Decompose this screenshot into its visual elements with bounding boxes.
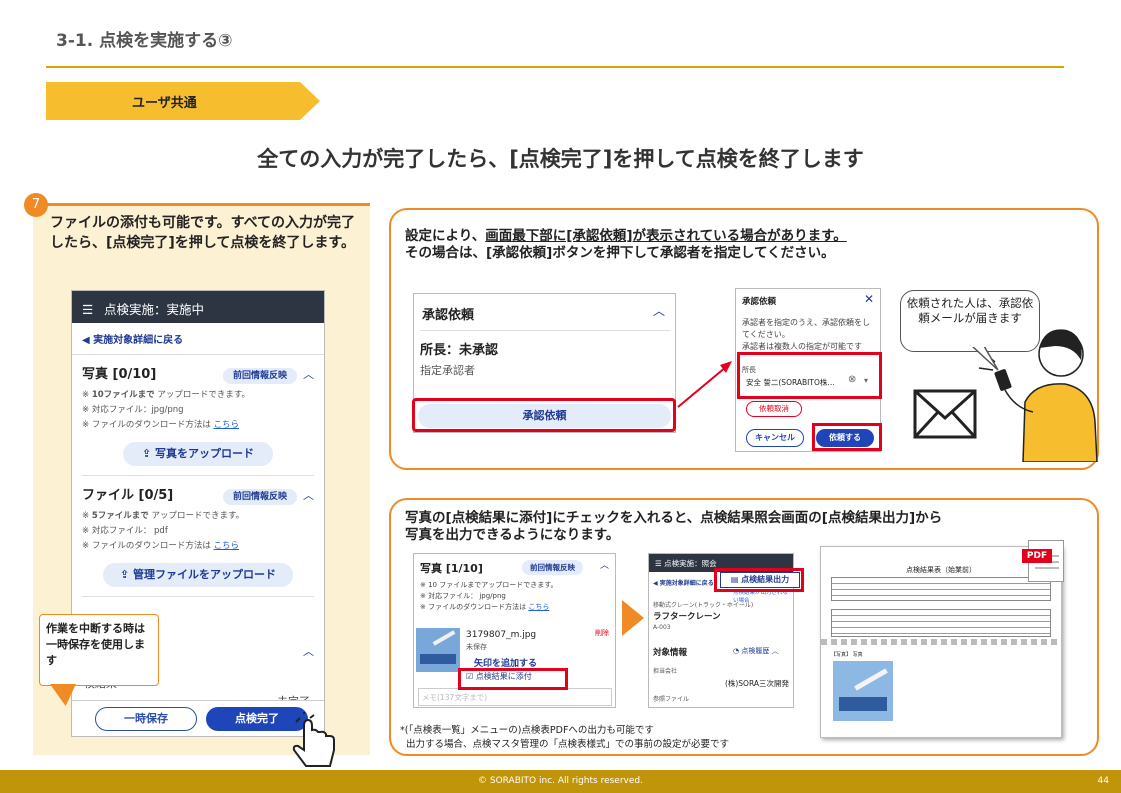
highlight-box <box>812 423 882 451</box>
photo-card-reflect-button[interactable]: 前回情報反映 <box>522 560 583 575</box>
chevron-up-icon[interactable]: ︿ <box>303 368 314 381</box>
pdf-crane-photo <box>833 661 893 721</box>
highlight-box <box>714 568 804 592</box>
photo-delete-link[interactable]: 削除 <box>595 628 609 638</box>
result-view-back[interactable]: ◀ 実施対象詳細に戻る <box>653 578 714 587</box>
photo-card-notes: ※ 10 ファイルまでアップロードできます。 ※ 対応ファイル： jpg/png ※… <box>420 581 558 611</box>
pdf-info-table <box>831 577 1051 601</box>
next-arrow <box>622 600 644 636</box>
machine-category: 移動式クレーン(トラック・ホイール) <box>653 602 754 609</box>
audience-tag-label: ユーザ共通 <box>132 96 197 111</box>
pdf-result-table <box>831 609 1051 637</box>
machine-code: A-003 <box>653 624 671 631</box>
file-reflect-button[interactable]: 前回情報反映 <box>222 489 297 505</box>
menu-icon[interactable]: ☰ <box>82 302 96 317</box>
photo-download-link[interactable]: こちら <box>214 420 240 430</box>
file-download-link[interactable]: こちら <box>214 541 240 551</box>
cloud-upload-icon: ⇪ <box>119 568 134 581</box>
pdf-preview: 点検結果表（始業前） 【写真】 写真 <box>820 546 1062 738</box>
copyright: © SORABITO inc. All rights reserved. <box>478 776 643 786</box>
photo-upload-button[interactable]: ⇪ 写真をアップロード <box>123 442 273 466</box>
highlight-box <box>412 398 676 432</box>
headline: 全ての入力が完了したら、[点検完了]を押して点検を終了します <box>257 147 864 171</box>
photo-reflect-button[interactable]: 前回情報反映 <box>222 368 297 384</box>
target-info-label: 対象情報 <box>653 648 688 658</box>
title-rule <box>46 66 1064 68</box>
photo-filename: 3179807_m.jpg <box>466 630 537 640</box>
footnote-1: *(「点検表一覧」メニューの)点検表PDFへの出力も可能です <box>400 725 654 736</box>
chevron-up-icon[interactable]: ︿ <box>653 302 665 319</box>
photo-section-title: 写真 [0/10] <box>82 367 157 382</box>
photo-output-text: 写真の[点検結果に添付]にチェックを入れると、点検結果照会画面の[点検結果出力]… <box>405 510 943 543</box>
cancel-request-button[interactable]: 依頼取消 <box>746 401 802 417</box>
pdf-photo-label: 【写真】 写真 <box>831 652 863 658</box>
file-section-title: ファイル [0/5] <box>82 488 174 503</box>
owner-value: (株)SORA三次開発 <box>724 679 789 688</box>
close-icon[interactable]: ✕ <box>864 292 874 306</box>
envelope-icon <box>913 389 977 439</box>
machine-name: ラフタークレーン <box>653 612 721 622</box>
photo-notes: ※ 10ファイルまで アップロードできます。 ※ 対応ファイル：jpg/png … <box>82 390 251 430</box>
phone-header-title: 点検実施：実施中 <box>104 302 205 317</box>
approval-card-title: 承認依頼 <box>422 308 475 323</box>
cloud-upload-icon: ⇪ <box>141 447 156 460</box>
step-number: 7 <box>24 193 48 217</box>
bubble-tail <box>970 344 999 371</box>
audience-tag: ユーザ共通 <box>46 82 320 120</box>
step-text: ファイルの添付も可能です。すべての入力が完了したら、[点検完了]を押して点検を終… <box>50 215 356 251</box>
highlight-box <box>737 352 882 399</box>
approval-text: 設定により、画面最下部に[承認依頼]が表示されている場合があります。 その場合は、… <box>405 228 847 261</box>
file-upload-button[interactable]: ⇪ 管理ファイルをアップロード <box>103 563 293 587</box>
photo-unsaved: 未保存 <box>466 643 487 651</box>
pdf-badge: PDF <box>1022 549 1052 563</box>
page-title: 3-1. 点検を実施する③ <box>56 31 233 51</box>
pdf-title: 点検結果表（始業前） <box>906 566 976 574</box>
photo-card-title: 写真 [1/10] <box>420 562 483 575</box>
highlight-box <box>458 668 568 690</box>
temp-save-button[interactable]: 一時保存 <box>95 707 197 731</box>
approval-dialog-desc: 承認者を指定のうえ、承認依頼をしてください。 承認者は複数人の指定が可能です <box>742 318 870 351</box>
file-section: ファイル [0/5] 前回情報反映 ︿ ※ 5ファイルまで アップロードできます。… <box>72 476 324 597</box>
approval-status: 所長：未承認 <box>420 343 499 358</box>
phone-header: ☰ 点検実施：実施中 <box>72 291 324 323</box>
dialog-cancel-button[interactable]: キャンセル <box>746 429 804 447</box>
person-with-phone-illustration <box>978 329 1098 462</box>
reference-files-label: 参照ファイル <box>653 696 690 703</box>
chevron-up-icon[interactable]: ︿ <box>303 643 314 659</box>
inspection-history-link[interactable]: ◔ 点検履歴 ︿ <box>733 646 779 656</box>
step-panel-rule <box>33 203 370 206</box>
owner-label: 担当会社 <box>653 668 678 675</box>
approval-dialog-title: 承認依頼 <box>742 297 777 307</box>
chevron-up-icon[interactable]: ︿ <box>303 489 314 502</box>
back-icon: ◀ <box>82 335 94 346</box>
memo-field[interactable]: メモ(137文字まで) <box>418 688 612 706</box>
menu-icon: ☰ <box>655 559 665 568</box>
back-link[interactable]: ◀ 実施対象詳細に戻る <box>72 323 324 355</box>
red-arrow <box>677 361 732 408</box>
hand-pointer-icon <box>292 712 335 767</box>
page-number: 44 <box>1097 776 1109 786</box>
page-footer: © SORABITO inc. All rights reserved. 44 <box>0 770 1121 793</box>
crane-photo-thumbnail[interactable] <box>416 628 460 672</box>
photo-section: 写真 [0/10] 前回情報反映 ︿ ※ 10ファイルまで アップロードできます。… <box>72 355 324 476</box>
save-callout: 作業を中断する時は一時保存を使用します <box>39 614 159 686</box>
footnote-2: 出力する場合、点検マスタ管理の「点検表様式」での事前の設定が必要です <box>406 739 730 750</box>
file-notes: ※ 5ファイルまで アップロードできます。 ※ 対応ファイル： pdf ※ ファ… <box>82 511 245 551</box>
chevron-up-icon[interactable]: ︿ <box>600 558 609 571</box>
approver-label: 指定承認者 <box>420 364 475 377</box>
